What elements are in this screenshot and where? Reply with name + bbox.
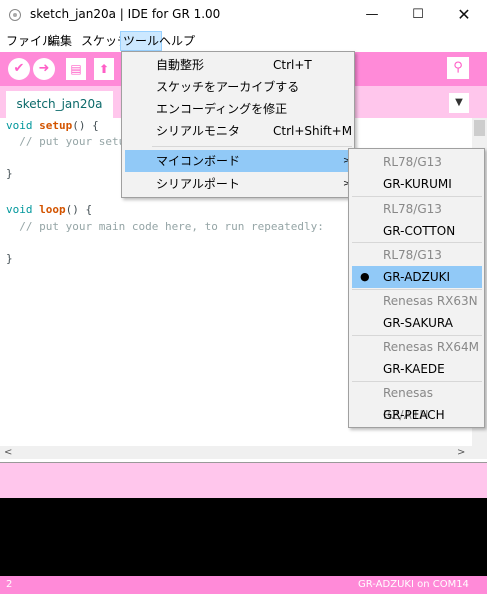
board-option-gr-kurumi[interactable]: GR-KURUMI: [352, 173, 482, 195]
serial-monitor-icon[interactable]: ⚲: [447, 57, 469, 79]
board-option-gr-cotton[interactable]: GR-COTTON: [352, 220, 482, 242]
board-group-header: Renesas RX64M: [383, 340, 480, 354]
message-bar: [0, 462, 487, 498]
code-line: void loop() {: [6, 202, 92, 218]
console-output: [0, 498, 487, 576]
status-bar: 2 GR-ADZUKI on COM14: [0, 576, 487, 594]
menu-item-fix-encoding[interactable]: エンコーディングを修正: [125, 98, 351, 120]
scrollbar-thumb[interactable]: [474, 120, 485, 136]
window-title: sketch_jan20a | IDE for GR 1.00: [30, 7, 221, 21]
menu-item-shortcut: Ctrl+T: [273, 58, 312, 72]
tab-menu-icon[interactable]: ▼: [449, 93, 469, 113]
tab-sketch[interactable]: sketch_jan20a: [6, 91, 113, 118]
board-option-gr-kaede[interactable]: GR-KAEDE: [352, 358, 482, 380]
tools-menu: 自動整形 Ctrl+T スケッチをアーカイブする エンコーディングを修正 シリア…: [121, 51, 355, 198]
menu-item-archive-sketch[interactable]: スケッチをアーカイブする: [125, 76, 351, 98]
keyword: void: [6, 203, 33, 216]
code-line: }: [6, 252, 13, 265]
menu-item-serial-port[interactable]: シリアルポート >: [125, 173, 351, 195]
menu-item-serial-monitor[interactable]: シリアルモニタ Ctrl+Shift+M: [125, 120, 353, 142]
upload-icon[interactable]: ➜: [33, 58, 55, 80]
board-option-gr-peach[interactable]: GR-PEACH: [352, 404, 482, 426]
menu-separator: [152, 146, 352, 147]
minimize-button[interactable]: —: [349, 0, 395, 30]
board-option-gr-adzuki[interactable]: ● GR-ADZUKI: [352, 266, 482, 288]
scroll-right-icon[interactable]: >: [457, 446, 465, 459]
new-sketch-icon[interactable]: ▤: [66, 58, 86, 80]
title-bar: sketch_jan20a | IDE for GR 1.00 — ☐ ✕: [0, 0, 487, 30]
board-group-header: RL78/G13: [383, 202, 442, 216]
menu-item-auto-format[interactable]: 自動整形 Ctrl+T: [125, 54, 351, 76]
menu-item-label: マイコンボード: [156, 154, 241, 168]
scroll-left-icon[interactable]: <: [4, 446, 12, 459]
menu-edit[interactable]: 編集: [46, 31, 74, 51]
code-comment: // put your setup: [6, 135, 132, 148]
code-comment: // put your main code here, to run repea…: [6, 220, 324, 233]
menu-item-label: 自動整形: [156, 58, 205, 72]
menu-bar: ファイル 編集 スケッチ ツール ヘルプ: [0, 31, 487, 51]
close-button[interactable]: ✕: [441, 0, 487, 30]
horizontal-scrollbar[interactable]: < >: [0, 446, 487, 459]
board-group-header: Renesas RX63N: [383, 294, 478, 308]
code-text: () {: [65, 203, 93, 216]
menu-item-shortcut: Ctrl+Shift+M: [273, 124, 353, 138]
board-group-header: Renesas RZ/A1H: [383, 386, 434, 422]
board-option-gr-sakura[interactable]: GR-SAKURA: [352, 312, 482, 334]
code-text: () {: [72, 119, 99, 132]
open-sketch-icon[interactable]: ⬆: [94, 58, 114, 80]
maximize-button[interactable]: ☐: [395, 0, 441, 30]
board-port-status: GR-ADZUKI on COM14: [358, 579, 469, 590]
selected-bullet-icon: ●: [360, 270, 370, 283]
menu-item-label: シリアルモニタ: [156, 124, 240, 138]
line-number: 2: [6, 579, 13, 590]
menu-item-label: シリアルポート: [156, 177, 240, 191]
code-line: }: [6, 167, 13, 180]
code-line: void setup() {: [6, 118, 99, 134]
menu-item-label: エンコーディングを修正: [156, 102, 288, 116]
verify-icon[interactable]: ✔: [8, 58, 30, 80]
function-name: setup: [39, 119, 73, 132]
menu-item-board[interactable]: マイコンボード >: [125, 150, 351, 172]
menu-help[interactable]: ヘルプ: [157, 31, 197, 51]
keyword: void: [6, 119, 33, 132]
board-submenu: RL78/G13 GR-KURUMI RL78/G13 GR-COTTON RL…: [348, 148, 485, 428]
function-name: loop: [39, 203, 66, 216]
app-icon: [9, 9, 21, 21]
menu-separator: [352, 196, 482, 197]
board-group-header: RL78/G13: [383, 155, 442, 169]
board-group-header: RL78/G13: [383, 248, 442, 262]
menu-separator: [352, 242, 482, 243]
menu-item-label: スケッチをアーカイブする: [156, 80, 300, 94]
menu-tools[interactable]: ツール: [120, 31, 163, 51]
